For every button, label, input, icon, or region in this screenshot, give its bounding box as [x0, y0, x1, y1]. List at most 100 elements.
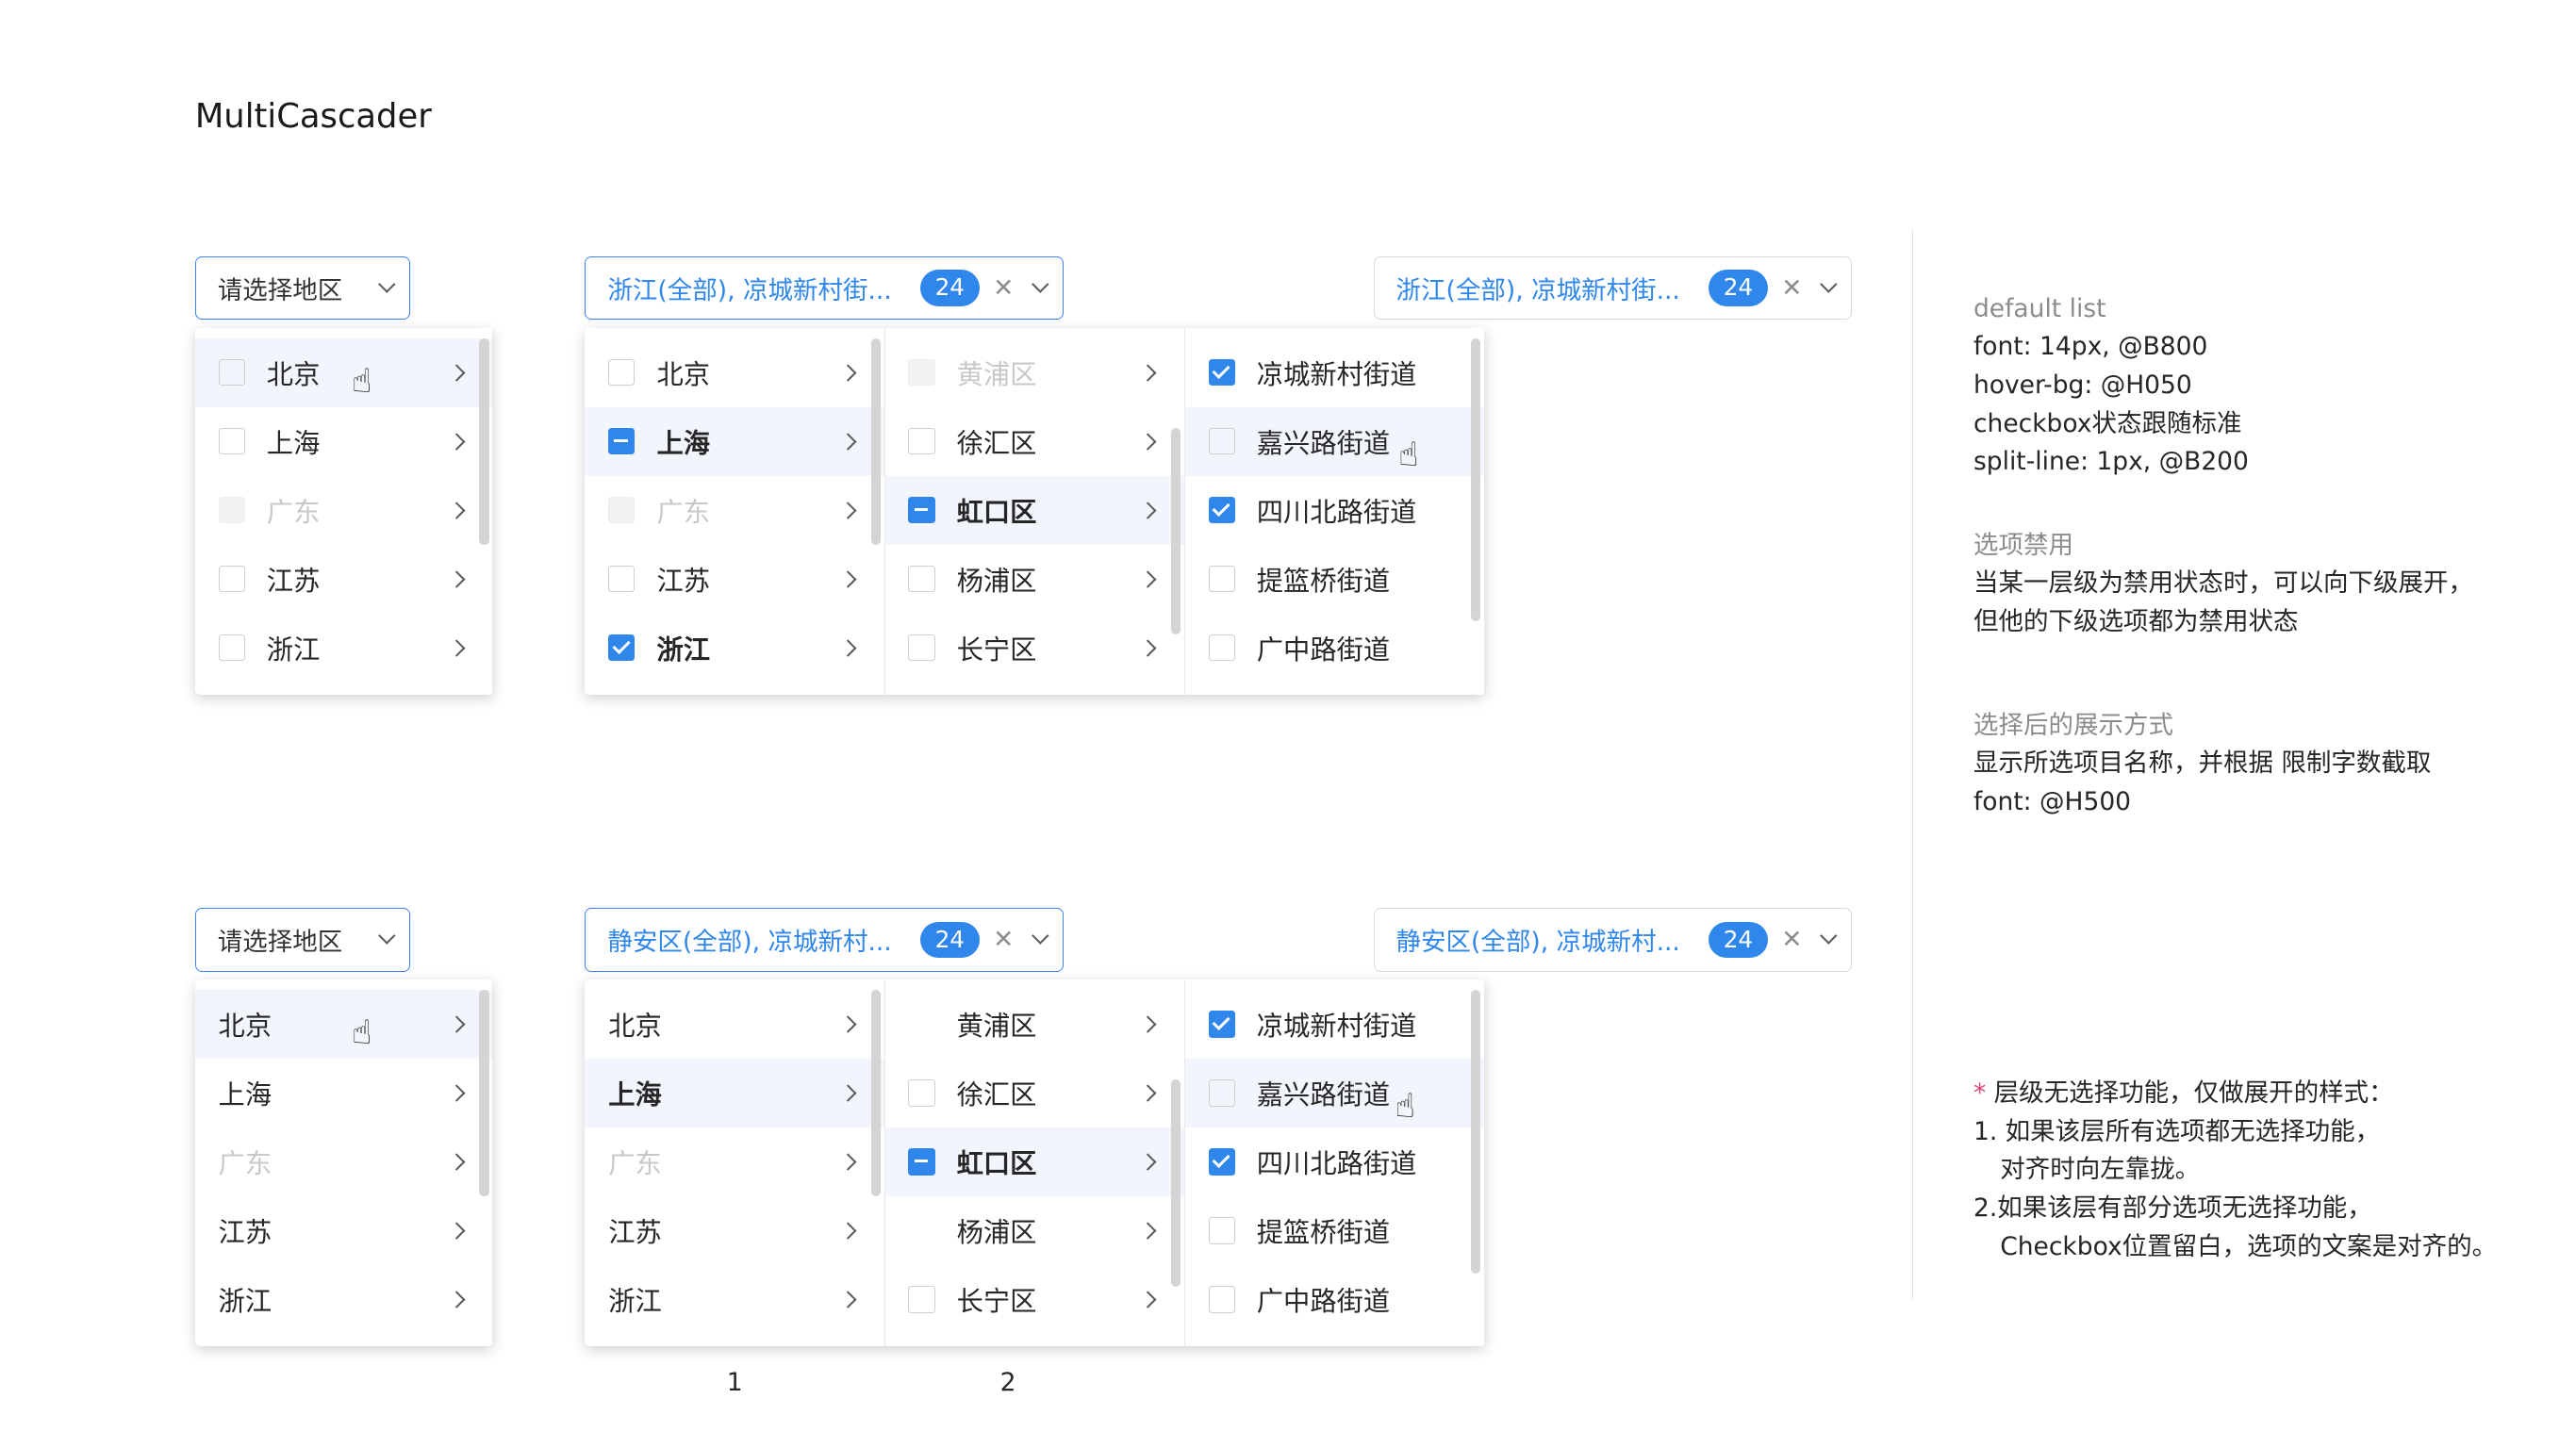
list-item[interactable]: 北京 — [585, 990, 883, 1059]
list-item[interactable]: 北京 — [194, 990, 493, 1059]
checkbox[interactable] — [908, 428, 935, 455]
province-column: 北京 上海 广东 江苏 浙江 — [585, 979, 885, 1347]
region-select-filled[interactable]: 浙江(全部), 凉城新村街... 24 ✕ — [585, 256, 1064, 321]
list-item[interactable]: 浙江 — [195, 1265, 492, 1334]
list-item[interactable]: 浙江 — [585, 1265, 883, 1334]
column-footnote-1: 1 — [726, 1368, 743, 1398]
checkbox[interactable] — [1208, 1286, 1235, 1313]
list-item[interactable]: 广中路街道 — [1185, 1265, 1484, 1334]
checkbox-checked[interactable] — [608, 634, 636, 662]
checkbox[interactable] — [908, 1079, 935, 1107]
checkbox[interactable] — [218, 634, 245, 662]
cascader-dropdown: 北京 上海 广东 江苏 浙江 黄浦区 徐汇区 虹口区 杨浦区 长宁区 凉城新村街… — [585, 328, 1485, 696]
list-item: 广东 — [585, 1127, 883, 1196]
chevron-right-icon — [1139, 433, 1157, 451]
list-item[interactable]: 嘉兴路街道 — [1184, 406, 1484, 476]
chevron-down-icon[interactable] — [377, 275, 395, 293]
scrollbar[interactable] — [1170, 428, 1181, 635]
list-item[interactable]: 嘉兴路街道 — [1184, 1059, 1484, 1127]
clear-icon[interactable]: ✕ — [1781, 273, 1802, 303]
clear-icon[interactable]: ✕ — [1781, 925, 1802, 954]
checkbox-checked[interactable] — [1208, 497, 1235, 524]
checkbox-indeterminate[interactable] — [908, 497, 935, 524]
list-item[interactable]: 长宁区 — [885, 1265, 1184, 1334]
list-item[interactable]: 上海 — [195, 407, 492, 476]
list-item[interactable]: 广中路街道 — [1185, 614, 1484, 683]
region-select-empty[interactable]: 请选择地区 — [194, 908, 410, 972]
checkbox[interactable] — [1208, 1217, 1235, 1244]
list-item[interactable]: 徐汇区 — [885, 407, 1184, 476]
list-item: 黄浦区 — [885, 338, 1184, 407]
checkbox[interactable] — [218, 359, 245, 387]
divider — [1911, 228, 1914, 1300]
list-item[interactable]: 上海 — [195, 1059, 492, 1127]
clear-icon[interactable]: ✕ — [993, 273, 1014, 303]
list-item[interactable]: 北京 — [194, 337, 493, 407]
list-item[interactable]: 江苏 — [195, 545, 492, 614]
chevron-right-icon — [1139, 570, 1157, 588]
checkbox-checked[interactable] — [1208, 1148, 1235, 1176]
list-item[interactable]: 凉城新村街道 — [1185, 990, 1484, 1059]
checkbox[interactable] — [1208, 566, 1235, 593]
list-item[interactable]: 杨浦区 — [885, 1196, 1184, 1265]
checkbox[interactable] — [608, 566, 636, 593]
chevron-right-icon — [839, 639, 857, 657]
list-item[interactable]: 长宁区 — [885, 614, 1184, 683]
province-column: 北京 上海 广东 江苏 浙江 — [585, 328, 885, 696]
chevron-down-icon[interactable] — [1031, 275, 1049, 293]
list-item[interactable]: 江苏 — [195, 1196, 492, 1265]
list-item[interactable]: 提篮桥街道 — [1185, 1196, 1484, 1265]
count-badge: 24 — [1708, 921, 1769, 959]
checkbox[interactable] — [608, 359, 636, 387]
checkbox-checked[interactable] — [1208, 1011, 1235, 1038]
chevron-down-icon[interactable] — [377, 927, 395, 945]
hand-pointer-icon: ☝ — [351, 1013, 372, 1053]
list-item[interactable]: 上海 — [585, 1059, 884, 1127]
checkbox-indeterminate[interactable] — [908, 1148, 935, 1176]
region-select-empty[interactable]: 请选择地区 — [194, 256, 410, 321]
list-item[interactable]: 虹口区 — [884, 475, 1184, 545]
list-item[interactable]: 北京 — [585, 338, 883, 407]
list-item[interactable]: 黄浦区 — [885, 990, 1184, 1059]
chevron-down-icon[interactable] — [1820, 927, 1837, 945]
region-select-closed[interactable]: 浙江(全部), 凉城新村街... 24 ✕ — [1373, 256, 1852, 321]
checkbox[interactable] — [1208, 1079, 1235, 1107]
scrollbar[interactable] — [1170, 1079, 1181, 1287]
list-item[interactable]: 杨浦区 — [885, 545, 1184, 614]
checkbox[interactable] — [1208, 428, 1235, 455]
scrollbar[interactable] — [870, 337, 882, 546]
list-item[interactable]: 浙江 — [585, 614, 883, 683]
region-select-closed[interactable]: 静安区(全部), 凉城新村... 24 ✕ — [1373, 908, 1852, 972]
chevron-right-icon — [1139, 1222, 1157, 1240]
clear-icon[interactable]: ✕ — [993, 925, 1014, 954]
checkbox[interactable] — [908, 634, 935, 662]
checkbox[interactable] — [218, 566, 245, 593]
list-item[interactable]: 徐汇区 — [885, 1059, 1184, 1127]
checkbox-checked[interactable] — [1208, 359, 1235, 387]
chevron-down-icon[interactable] — [1031, 927, 1049, 945]
region-select-filled[interactable]: 静安区(全部), 凉城新村... 24 ✕ — [585, 908, 1064, 972]
checkbox[interactable] — [908, 1286, 935, 1313]
chevron-down-icon[interactable] — [1820, 275, 1837, 293]
list-item[interactable]: 凉城新村街道 — [1185, 338, 1484, 407]
scrollbar[interactable] — [1470, 990, 1481, 1274]
list-item[interactable]: 四川北路街道 — [1185, 1127, 1484, 1196]
chevron-right-icon — [839, 1084, 857, 1102]
hand-pointer-icon: ☝ — [351, 362, 372, 402]
list-item[interactable]: 江苏 — [585, 1196, 883, 1265]
scrollbar[interactable] — [479, 990, 489, 1197]
scrollbar[interactable] — [479, 337, 489, 546]
checkbox[interactable] — [908, 566, 935, 593]
chevron-right-icon — [448, 502, 466, 519]
list-item[interactable]: 浙江 — [195, 614, 492, 683]
list-item[interactable]: 江苏 — [585, 545, 883, 614]
scrollbar[interactable] — [1470, 337, 1481, 622]
checkbox[interactable] — [218, 428, 245, 455]
checkbox[interactable] — [1208, 634, 1235, 662]
list-item[interactable]: 虹口区 — [884, 1127, 1184, 1196]
list-item[interactable]: 四川北路街道 — [1185, 476, 1484, 545]
list-item[interactable]: 上海 — [585, 406, 884, 476]
scrollbar[interactable] — [870, 990, 882, 1197]
checkbox-indeterminate[interactable] — [608, 428, 636, 455]
list-item[interactable]: 提篮桥街道 — [1185, 545, 1484, 614]
